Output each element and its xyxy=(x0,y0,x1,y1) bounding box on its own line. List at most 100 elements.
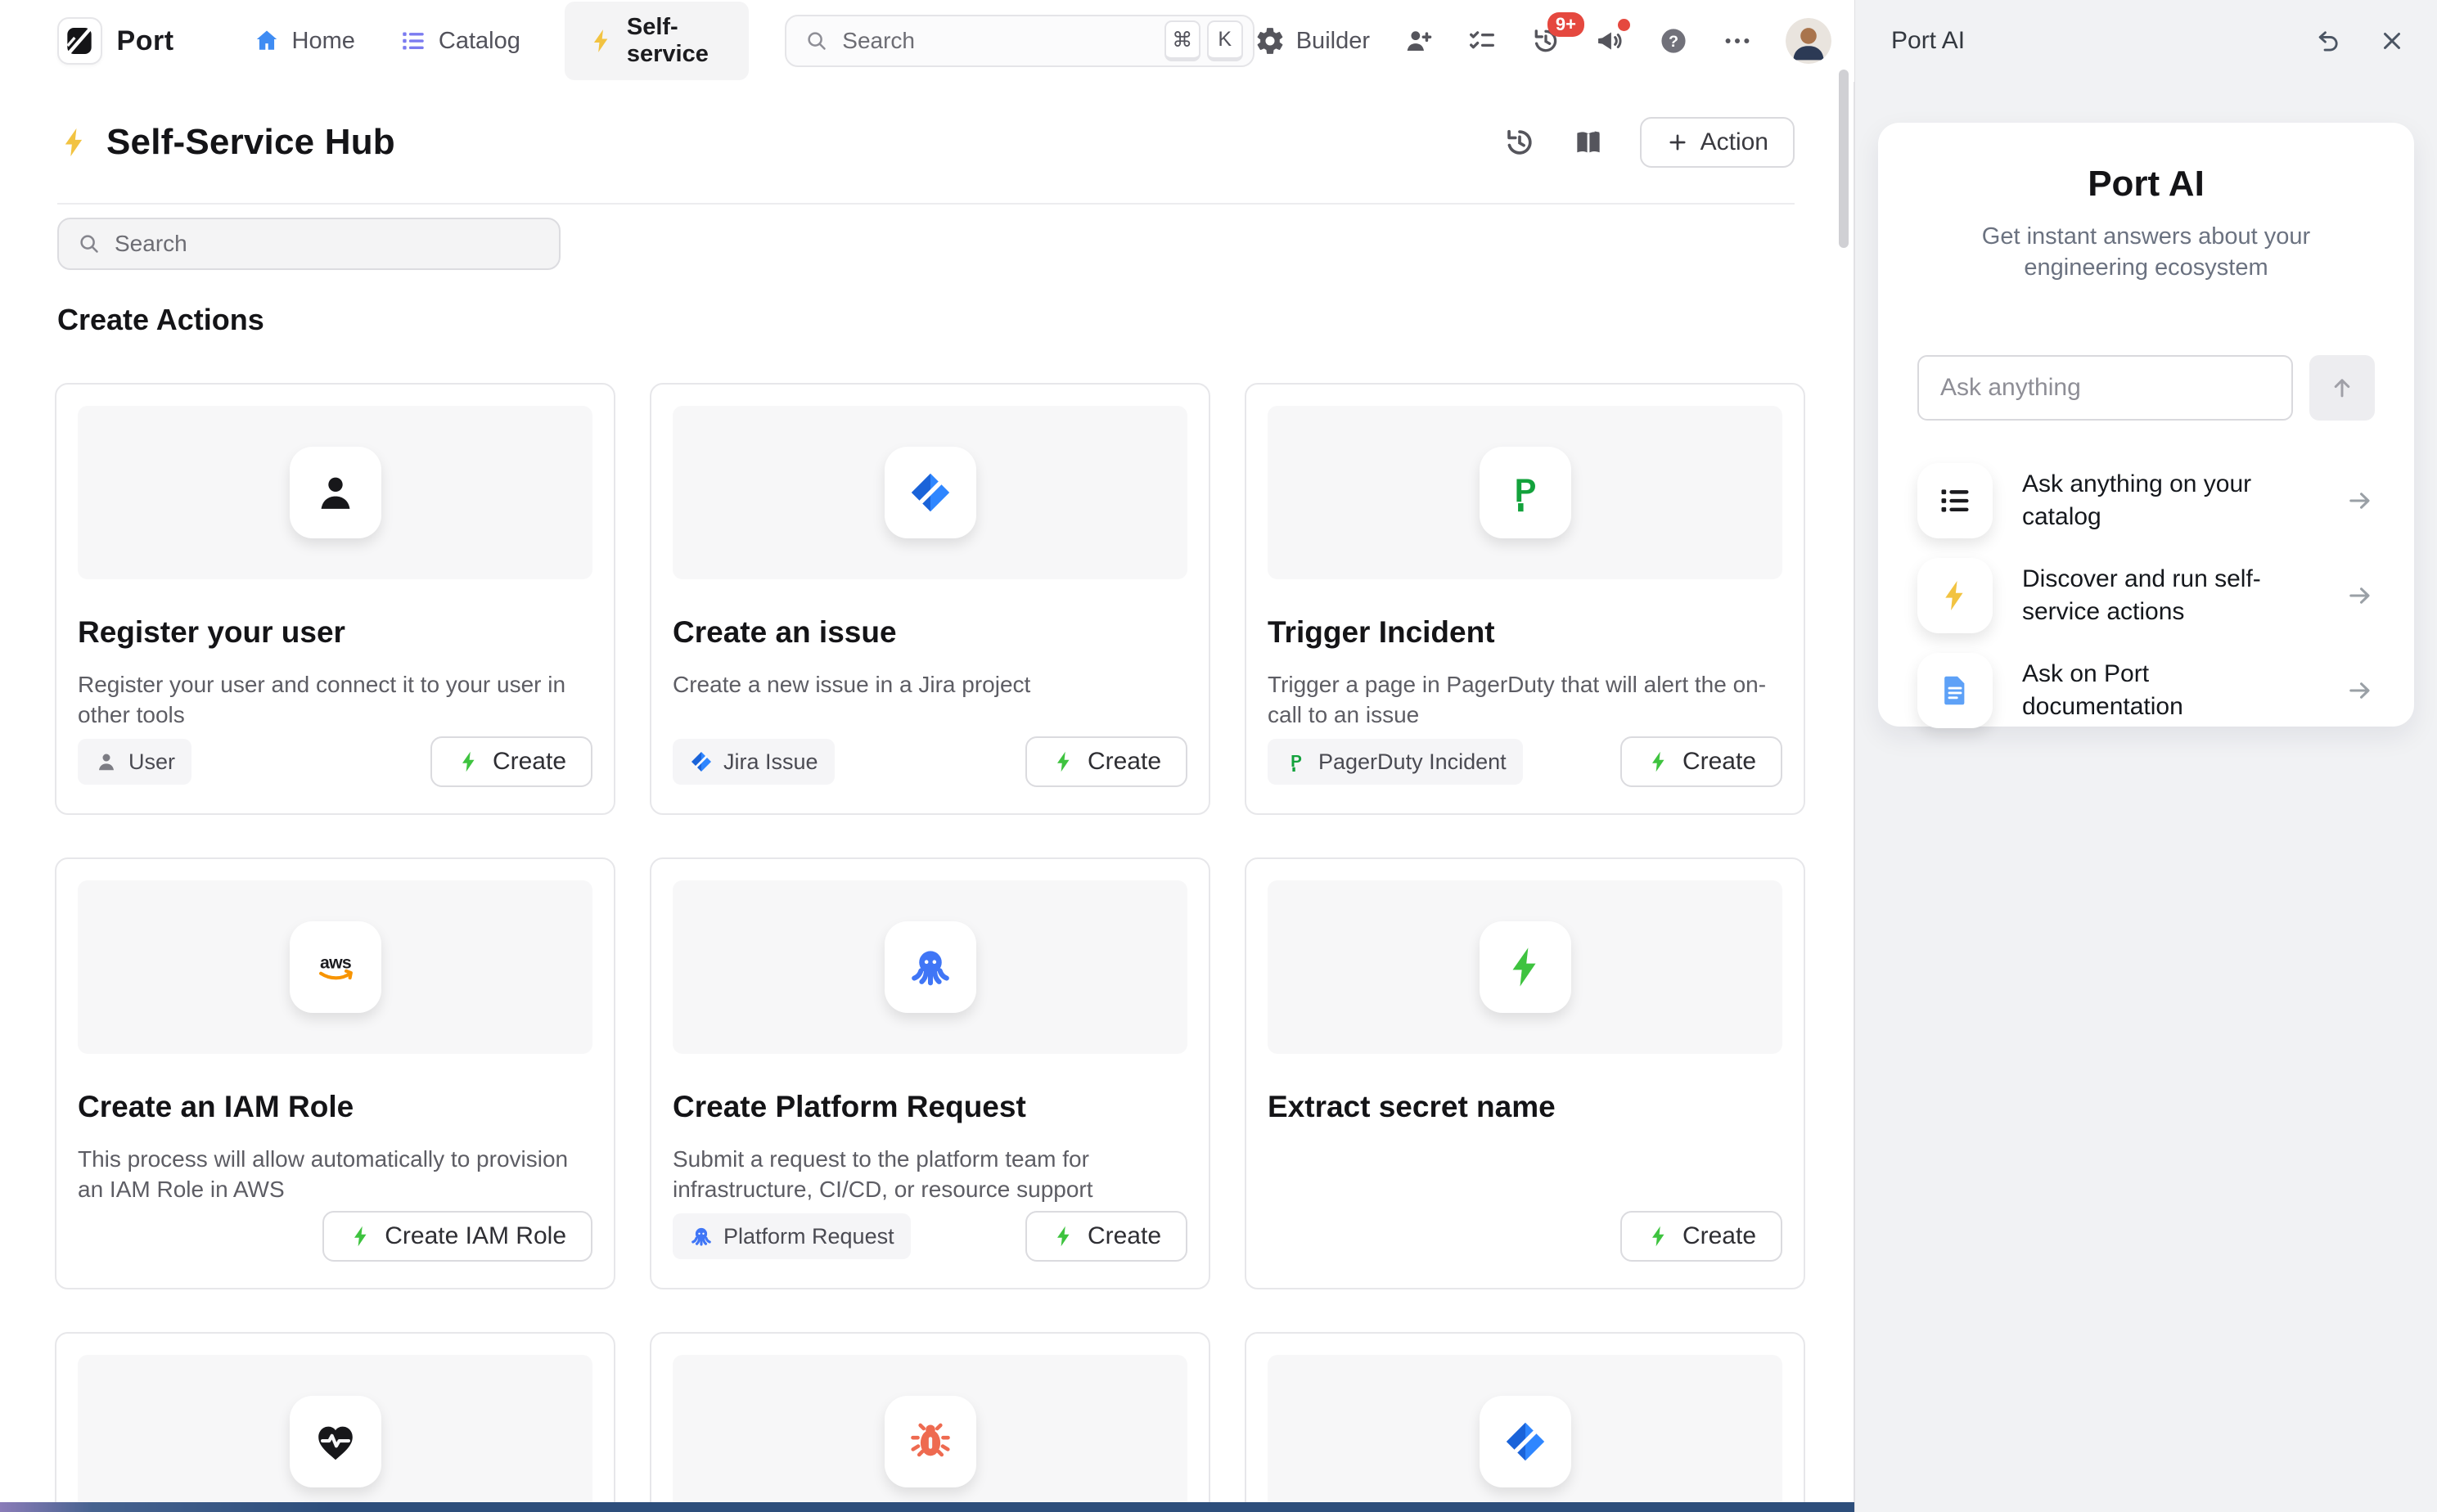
arrow-right-icon xyxy=(2345,676,2375,705)
top-navigation-bar: Port Home Catalog Self-service Search ⌘K… xyxy=(0,0,1854,82)
ai-suggestion-item[interactable]: Ask on Port documentation xyxy=(1917,653,2375,728)
suggestion-label: Ask anything on your catalog xyxy=(2022,468,2316,533)
action-card[interactable]: aws Create an IAM Role This process will… xyxy=(55,857,615,1289)
suggestion-icon-chip xyxy=(1917,653,1993,728)
book-icon[interactable] xyxy=(1571,125,1606,160)
suggestion-label: Ask on Port documentation xyxy=(2022,658,2316,723)
bolt-icon xyxy=(1646,749,1671,774)
blueprint-tag: P PagerDuty Incident xyxy=(1268,739,1523,785)
catalog-list-icon xyxy=(1937,483,1973,519)
card-footer: Jira Issue Create xyxy=(673,736,1187,787)
card-icon-chip: aws xyxy=(290,921,381,1013)
pagerduty-icon: P xyxy=(1284,749,1309,774)
create-button[interactable]: Create xyxy=(1620,736,1782,787)
create-button[interactable]: Create xyxy=(1025,1211,1187,1262)
bolt-icon xyxy=(1052,749,1076,774)
octopus-icon xyxy=(689,1224,714,1249)
card-icon-chip xyxy=(885,447,976,538)
help-icon[interactable]: ? xyxy=(1658,25,1689,56)
announcements-megaphone-icon[interactable] xyxy=(1594,25,1625,56)
card-icon-chip xyxy=(290,447,381,538)
create-button[interactable]: Create xyxy=(1025,736,1187,787)
panel-title: Port AI xyxy=(1891,27,1965,55)
nav-item-catalog[interactable]: Catalog xyxy=(399,27,520,55)
svg-text:?: ? xyxy=(1669,33,1678,51)
bolt-icon xyxy=(1052,1224,1076,1249)
create-button-label: Create xyxy=(493,748,566,776)
pagerduty-icon: P xyxy=(1502,469,1549,516)
topbar-actions: Builder 9+ ? xyxy=(1255,18,1831,64)
action-card[interactable]: Extract secret name Create xyxy=(1245,857,1805,1289)
runs-history-icon[interactable]: 9+ xyxy=(1530,25,1561,56)
user-icon xyxy=(94,749,119,774)
create-button[interactable]: Create IAM Role xyxy=(322,1211,592,1262)
bolt-icon xyxy=(349,1224,373,1249)
card-image-tile: aws xyxy=(78,880,592,1054)
jira-icon xyxy=(689,749,714,774)
more-ellipsis-icon[interactable] xyxy=(1722,25,1753,56)
ai-suggestion-item[interactable]: Ask anything on your catalog xyxy=(1917,463,2375,538)
bolt-yellow-icon xyxy=(1937,578,1973,614)
tasks-checklist-icon[interactable] xyxy=(1466,25,1498,56)
arrow-up-icon xyxy=(2328,374,2356,402)
action-card[interactable] xyxy=(55,1332,615,1512)
blueprint-tag-label: PagerDuty Incident xyxy=(1318,749,1507,775)
card-image-tile xyxy=(1268,880,1782,1054)
card-title: Create an IAM Role xyxy=(78,1090,592,1124)
card-footer: Platform Request Create xyxy=(673,1211,1187,1262)
undo-icon[interactable] xyxy=(2314,27,2342,55)
card-footer: P PagerDuty Incident Create xyxy=(1268,736,1782,787)
gear-icon xyxy=(1255,25,1286,56)
create-button[interactable]: Create xyxy=(1620,1211,1782,1262)
blueprint-tag: Jira Issue xyxy=(673,739,835,785)
jira-icon xyxy=(907,469,954,516)
action-card[interactable] xyxy=(1245,1332,1805,1512)
plus-icon xyxy=(1666,131,1689,154)
action-card[interactable]: Create Platform Request Submit a request… xyxy=(650,857,1210,1289)
announcements-unread-dot xyxy=(1618,19,1630,31)
ai-suggestion-item[interactable]: Discover and run self-service actions xyxy=(1917,558,2375,633)
hub-search-input[interactable]: Search xyxy=(57,218,561,270)
ask-anything-input[interactable] xyxy=(1917,355,2293,421)
invite-user-icon[interactable] xyxy=(1403,25,1434,56)
user-avatar[interactable] xyxy=(1786,18,1831,64)
port-logo[interactable] xyxy=(57,17,102,65)
search-shortcut-keys: ⌘K xyxy=(1158,20,1243,61)
document-icon xyxy=(1937,673,1973,709)
avatar-photo xyxy=(1786,18,1831,64)
search-icon xyxy=(804,29,829,53)
card-image-tile xyxy=(1268,1355,1782,1512)
add-action-button[interactable]: Action xyxy=(1640,117,1795,168)
global-search-placeholder: Search xyxy=(842,28,1144,54)
history-icon[interactable] xyxy=(1502,125,1537,160)
search-icon xyxy=(77,232,101,256)
send-button[interactable] xyxy=(2309,355,2375,421)
card-image-tile xyxy=(78,406,592,579)
hub-header: Self-Service Hub Action xyxy=(57,82,1795,205)
arrow-right-icon xyxy=(2345,486,2375,515)
ai-suggestions: Ask anything on your catalog Discover an… xyxy=(1917,463,2375,728)
ask-row xyxy=(1917,355,2375,421)
hub-tools: Action xyxy=(1502,117,1795,168)
svg-text:P: P xyxy=(1514,473,1536,509)
nav-item-home[interactable]: Home xyxy=(253,27,355,55)
close-icon[interactable] xyxy=(2378,27,2406,55)
runs-badge: 9+ xyxy=(1547,12,1584,37)
create-button-label: Create xyxy=(1088,1222,1161,1250)
card-icon-chip: P xyxy=(1480,447,1571,538)
create-button[interactable]: Create xyxy=(430,736,592,787)
bolt-icon xyxy=(1646,1224,1671,1249)
home-icon xyxy=(253,27,281,55)
global-search-input[interactable]: Search ⌘K xyxy=(785,15,1254,67)
nav-item-self-service[interactable]: Self-service xyxy=(565,2,749,80)
action-card[interactable]: Register your user Register your user an… xyxy=(55,383,615,815)
action-card[interactable] xyxy=(650,1332,1210,1512)
vertical-scrollbar[interactable] xyxy=(1839,70,1849,248)
card-icon-chip xyxy=(290,1396,381,1487)
action-card[interactable]: Create an issue Create a new issue in a … xyxy=(650,383,1210,815)
action-card[interactable]: P Trigger Incident Trigger a page in Pag… xyxy=(1245,383,1805,815)
builder-button[interactable]: Builder xyxy=(1255,25,1370,56)
card-icon-chip xyxy=(1480,1396,1571,1487)
heart-pulse-icon xyxy=(312,1418,359,1465)
shortcut-key: K xyxy=(1207,20,1243,61)
